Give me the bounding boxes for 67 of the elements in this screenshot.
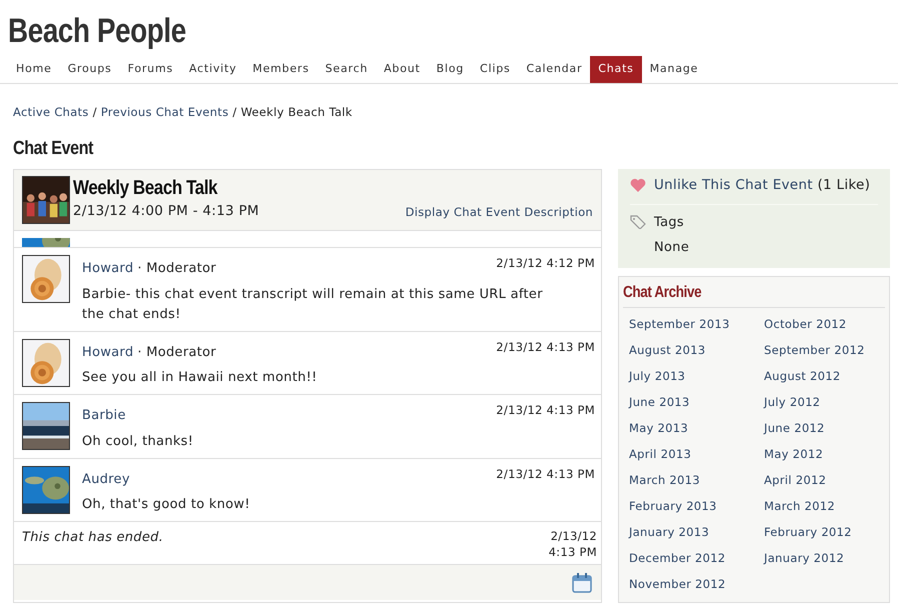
archive-month-link[interactable]: January 2012 — [764, 550, 879, 576]
message-text: Oh cool, thanks! — [82, 432, 194, 451]
archive-month-link[interactable]: May 2012 — [764, 446, 879, 472]
archive-month-link[interactable]: March 2012 — [764, 498, 879, 524]
nav-tab[interactable]: Members — [244, 56, 318, 82]
archive-month-link[interactable]: October 2012 — [764, 316, 879, 342]
site-title: Beach People — [8, 11, 186, 52]
calendar-icon[interactable] — [571, 572, 593, 594]
archive-month-link[interactable]: December 2012 — [629, 550, 764, 576]
breadcrumb-current: Weekly Beach Talk — [240, 104, 352, 118]
nav-tab[interactable]: Groups — [60, 56, 120, 82]
event-time: 2/13/12 4:00 PM - 4:13 PM — [73, 202, 260, 221]
archive-month-link[interactable]: July 2013 — [629, 368, 764, 394]
event-title: Weekly Beach Talk — [73, 176, 218, 200]
archive-month-link[interactable]: February 2012 — [764, 524, 879, 550]
page-title: Chat Event — [13, 136, 94, 161]
message-text: See you all in Hawaii next month!! — [82, 369, 318, 388]
tags-label: Tags — [654, 214, 684, 232]
nav-tab[interactable]: Blog — [428, 56, 472, 82]
archive-title: Chat Archive — [623, 282, 702, 302]
unlike-link[interactable]: Unlike This Chat Event — [654, 177, 813, 194]
message-time: 2/13/12 4:13 PM — [496, 402, 595, 420]
archive-month-link[interactable]: September 2013 — [629, 316, 764, 342]
message-text: Barbie- this chat event transcript will remain at this same URL after the chat ends! — [82, 286, 544, 324]
archive-month-link[interactable]: January 2013 — [629, 524, 764, 550]
archive-month-link[interactable]: August 2012 — [764, 368, 879, 394]
author-link[interactable]: Audrey — [82, 472, 130, 487]
archive-month-link[interactable]: February 2013 — [629, 498, 764, 524]
tags-value: None — [653, 239, 690, 257]
like-text: Unlike This Chat Event (1 Like) — [654, 176, 870, 196]
nav-tab[interactable]: Calendar — [518, 56, 590, 82]
archive-month-link[interactable]: August 2013 — [629, 342, 764, 368]
nav-tab[interactable]: Chats — [590, 56, 642, 82]
message-time: 2/13/12 4:13 PM — [496, 338, 595, 356]
author-link[interactable]: Barbie — [82, 408, 126, 424]
description-link[interactable]: Display Chat Event Description — [405, 204, 593, 221]
heart-icon — [630, 178, 646, 192]
breadcrumb-link[interactable]: Previous Chat Events — [100, 104, 229, 118]
archive-month-link[interactable]: June 2013 — [629, 394, 764, 420]
nav-tab[interactable]: Manage — [642, 56, 706, 82]
author-link[interactable]: Howard — [82, 344, 134, 360]
nav-tab[interactable]: Activity — [181, 56, 245, 82]
archive-month-link[interactable]: May 2013 — [629, 420, 764, 446]
nav-tab[interactable]: About — [376, 56, 428, 82]
archive-month-link[interactable]: April 2013 — [629, 446, 764, 472]
message-text: Oh, that's good to know! — [82, 496, 252, 514]
author-role: · Moderator — [138, 344, 216, 360]
breadcrumb-link[interactable]: Active Chats — [13, 104, 89, 118]
breadcrumb-separator: / — [92, 104, 97, 118]
message-time: 2/13/12 4:12 PM — [496, 255, 595, 272]
nav-tab[interactable]: Search — [317, 56, 376, 82]
nav-tab[interactable]: Forums — [120, 56, 182, 82]
tag-icon — [630, 215, 646, 230]
archive-month-link[interactable]: July 2012 — [764, 394, 879, 420]
archive-month-link[interactable]: November 2012 — [629, 576, 764, 602]
author-role: · Moderator — [138, 261, 216, 276]
author-link[interactable]: Howard — [82, 261, 134, 276]
breadcrumb-separator: / — [232, 104, 237, 118]
archive-month-link[interactable]: September 2012 — [764, 342, 879, 368]
chat-ended-notice: This chat has ended. — [22, 529, 164, 548]
nav-tab[interactable]: Home — [8, 56, 60, 82]
archive-month-link[interactable]: April 2012 — [764, 472, 879, 498]
archive-month-link[interactable]: March 2013 — [629, 472, 764, 498]
archive-month-link[interactable]: June 2012 — [764, 420, 879, 446]
message-time: 2/13/12 4:13 PM — [496, 466, 595, 483]
ended-time: 2/13/12 4:13 PM — [548, 528, 597, 560]
nav-tab[interactable]: Clips — [472, 56, 518, 82]
